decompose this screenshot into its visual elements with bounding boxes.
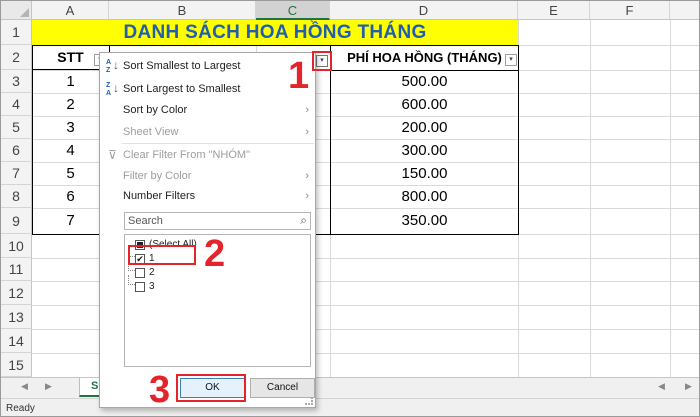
- table-cell[interactable]: 150.00: [331, 162, 518, 185]
- sort-az-icon: A Z ↓: [106, 58, 119, 75]
- chevron-right-icon: ›: [305, 190, 309, 202]
- menu-separator: [122, 143, 314, 144]
- row-header[interactable]: 11: [1, 258, 32, 281]
- table-cell[interactable]: 600.00: [331, 93, 518, 116]
- row-header[interactable]: 5: [1, 116, 32, 139]
- sort-ascending-item[interactable]: A Z ↓ Sort Smallest to Largest: [100, 56, 315, 77]
- header-cell-fee[interactable]: PHÍ HOA HỒNG (THÁNG): [331, 45, 518, 70]
- hscroll-left-icon[interactable]: ◀: [658, 381, 665, 392]
- row-header[interactable]: 8: [1, 185, 32, 208]
- select-all-corner[interactable]: [1, 1, 32, 20]
- row-header[interactable]: 4: [1, 93, 32, 116]
- table-cell[interactable]: 800.00: [331, 185, 518, 208]
- row-header[interactable]: 3: [1, 70, 32, 93]
- table-cell[interactable]: 4: [32, 139, 109, 162]
- row-header[interactable]: 15: [1, 353, 32, 377]
- tab-scroll-right-icon[interactable]: ▶: [45, 381, 52, 392]
- chevron-right-icon: ›: [305, 170, 309, 182]
- table-cell[interactable]: 3: [32, 116, 109, 139]
- column-header-e[interactable]: E: [518, 1, 590, 20]
- row-header[interactable]: 13: [1, 305, 32, 329]
- menu-label: Sort Largest to Smallest: [123, 83, 241, 95]
- row-header[interactable]: 10: [1, 234, 32, 258]
- row-header[interactable]: 14: [1, 329, 32, 353]
- callout-box-ok: [176, 374, 246, 402]
- cancel-button[interactable]: Cancel: [250, 378, 315, 398]
- chevron-right-icon: ›: [305, 126, 309, 138]
- menu-label: Number Filters: [123, 190, 196, 202]
- sort-za-icon: Z A ↓: [106, 81, 119, 98]
- excel-window: A B C D E F 1 2 3 4 5 6 7 8 9 10 11 12 1…: [0, 0, 700, 417]
- table-cell[interactable]: 7: [32, 208, 109, 234]
- clear-filter-icon: ⊽: [108, 148, 117, 162]
- callout-number: 1: [288, 55, 310, 97]
- menu-label: Clear Filter From "NHÓM": [123, 149, 250, 161]
- checkbox-label: 3: [149, 281, 155, 292]
- checkbox-unchecked-icon: [135, 268, 145, 278]
- gridline: [590, 20, 591, 377]
- checkbox-label: 2: [149, 267, 155, 278]
- row-header[interactable]: 9: [1, 208, 32, 234]
- menu-label: Filter by Color: [123, 170, 192, 182]
- row-header[interactable]: 7: [1, 162, 32, 185]
- tree-connector: [128, 275, 135, 285]
- clear-filter-item: ⊽ Clear Filter From "NHÓM": [100, 145, 315, 166]
- sheet-view-item: Sheet View ›: [100, 122, 315, 143]
- filter-search-input[interactable]: Search ⌕: [124, 212, 311, 230]
- column-header-f[interactable]: F: [590, 1, 670, 20]
- row-header[interactable]: 1: [1, 20, 32, 45]
- search-icon: ⌕: [300, 213, 307, 227]
- row-header[interactable]: 6: [1, 139, 32, 162]
- table-cell[interactable]: 1: [32, 70, 109, 93]
- checkbox-unchecked-icon: [135, 282, 145, 292]
- chevron-right-icon: ›: [305, 104, 309, 116]
- callout-box-filter-button: [312, 51, 332, 71]
- column-header-d[interactable]: D: [330, 1, 518, 20]
- column-header-b[interactable]: B: [109, 1, 256, 20]
- table-cell[interactable]: 350.00: [331, 208, 518, 234]
- column-header-c[interactable]: C: [256, 1, 330, 20]
- search-placeholder: Search: [128, 215, 163, 227]
- number-filters-item[interactable]: Number Filters ›: [100, 186, 315, 207]
- corner-triangle-icon: [20, 8, 29, 17]
- resize-grip-icon[interactable]: [305, 397, 313, 405]
- row-header[interactable]: 12: [1, 281, 32, 305]
- autofilter-dropdown: A Z ↓ Sort Smallest to Largest Z A ↓ Sort La…: [99, 52, 316, 408]
- table-cell[interactable]: 6: [32, 185, 109, 208]
- filter-dropdown-icon[interactable]: ▾: [505, 54, 517, 66]
- sort-descending-item[interactable]: Z A ↓ Sort Largest to Smallest: [100, 79, 315, 100]
- column-header-a[interactable]: A: [32, 1, 109, 20]
- table-cell[interactable]: 5: [32, 162, 109, 185]
- callout-box-checkbox: [128, 245, 196, 265]
- sheet-title[interactable]: DANH SÁCH HOA HỒNG THÁNG: [32, 20, 518, 45]
- filter-by-color-item: Filter by Color ›: [100, 166, 315, 187]
- sheet-tab[interactable]: Sh: [79, 378, 105, 397]
- sort-by-color-item[interactable]: Sort by Color ›: [100, 100, 315, 121]
- column-header-blank[interactable]: [670, 1, 699, 20]
- table-cell[interactable]: 2: [32, 93, 109, 116]
- menu-label: Sort Smallest to Largest: [123, 60, 241, 72]
- hscroll-right-icon[interactable]: ▶: [685, 381, 692, 392]
- table-cell[interactable]: 500.00: [331, 70, 518, 93]
- gridline: [670, 20, 671, 377]
- tab-scroll-left-icon[interactable]: ◀: [21, 381, 28, 392]
- table-cell[interactable]: 300.00: [331, 139, 518, 162]
- callout-number: 3: [149, 369, 171, 411]
- menu-label: Sort by Color: [123, 104, 188, 116]
- row-header[interactable]: 2: [1, 45, 32, 70]
- table-cell[interactable]: 200.00: [331, 116, 518, 139]
- menu-label: Sheet View: [123, 126, 179, 138]
- callout-number: 2: [204, 233, 226, 275]
